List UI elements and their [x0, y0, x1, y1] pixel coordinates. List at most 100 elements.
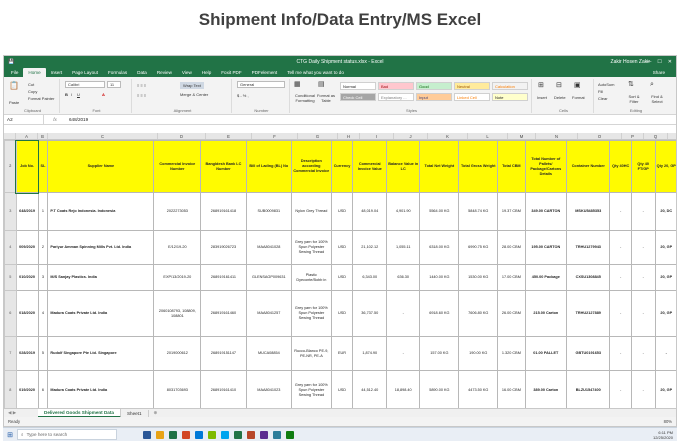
table-cell[interactable]: 268919161460 — [200, 290, 247, 337]
table-cell[interactable]: 20, GP — [654, 264, 676, 291]
fill-button[interactable]: Fill — [598, 89, 603, 94]
table-cell[interactable]: - — [654, 336, 676, 371]
underline-button[interactable]: U — [77, 92, 80, 97]
taskbar-app-icon[interactable] — [182, 430, 190, 439]
row-number[interactable]: 3 — [4, 192, 17, 231]
table-cell[interactable]: - — [630, 192, 656, 231]
table-cell[interactable]: 195.00 CARTON — [524, 230, 568, 265]
table-cell[interactable]: USD — [330, 192, 354, 231]
table-cell[interactable]: 268919161418 — [200, 192, 247, 231]
column-header[interactable]: N — [536, 133, 578, 139]
column-header[interactable]: M — [508, 133, 536, 139]
table-cell[interactable]: 6 — [37, 370, 49, 411]
table-cell[interactable]: M/S Sanjay Plastics. India — [47, 264, 155, 291]
cell-style-4[interactable]: Calculation — [492, 82, 528, 90]
table-cell[interactable]: 1440.00 KG — [419, 264, 460, 291]
add-sheet-icon[interactable]: ⊕ — [149, 410, 158, 416]
cell-style-1[interactable]: Bad — [378, 82, 414, 90]
header-cell[interactable]: Total CBM — [497, 140, 526, 193]
table-cell[interactable]: 5848.74 KG — [458, 192, 499, 231]
cell-style-7[interactable]: Input — [416, 93, 452, 101]
table-cell[interactable]: 28.00 CBM — [497, 230, 526, 265]
taskbar-search[interactable]: ⌕ Type here to search — [17, 429, 117, 440]
table-cell[interactable]: 1,055.11 — [386, 230, 421, 265]
table-cell[interactable]: 6918.60 KG — [419, 290, 460, 337]
table-cell[interactable]: 450.00 Package — [524, 264, 568, 291]
table-cell[interactable]: 268919161410 — [200, 370, 247, 411]
find-select-button[interactable]: Find & Select — [646, 94, 668, 104]
column-header[interactable]: K — [428, 133, 468, 139]
align-center-icon[interactable]: ≡ ≡ ≡ — [137, 93, 146, 98]
table-cell[interactable]: 2022273053 — [153, 192, 202, 231]
table-cell[interactable]: 018/2020 — [15, 290, 39, 337]
table-cell[interactable]: P.T Coats Rejo Indonesia. Indonesia — [47, 192, 155, 231]
table-cell[interactable]: 010/2020 — [15, 264, 39, 291]
table-cell[interactable]: EUR — [330, 336, 354, 371]
row-number[interactable]: 5 — [4, 264, 17, 291]
cell-style-5[interactable]: Check Cell — [340, 93, 376, 101]
ribbon-tab-8[interactable]: Help — [197, 68, 216, 77]
table-cell[interactable]: 18,898.40 — [386, 370, 421, 411]
column-header[interactable]: A — [16, 133, 38, 139]
table-cell[interactable]: 20, GP — [654, 230, 676, 265]
header-cell[interactable]: SL — [37, 140, 49, 193]
copy-button[interactable]: Copy — [28, 89, 37, 94]
font-color-icon[interactable]: A — [102, 92, 105, 97]
table-cell[interactable]: USD — [330, 230, 354, 265]
table-cell[interactable]: Grey yarn for 100% Spun Polyester Sewing… — [291, 290, 332, 337]
table-cell[interactable]: - — [630, 370, 656, 411]
table-cell[interactable]: Rucco-Blanco PE-9, PE-NR, PE-A — [291, 336, 332, 371]
ribbon-tab-3[interactable]: Page Layout — [67, 68, 103, 77]
table-cell[interactable]: USD — [330, 264, 354, 291]
share-button[interactable]: Share — [648, 68, 670, 77]
column-header[interactable]: P — [622, 133, 644, 139]
row-number[interactable]: 8 — [4, 370, 17, 411]
taskbar-app-icon[interactable] — [195, 430, 203, 439]
format-table-icon[interactable]: ▤ — [318, 81, 325, 88]
header-cell[interactable]: Container Number — [566, 140, 611, 193]
cut-button[interactable]: Cut — [28, 82, 34, 87]
table-cell[interactable]: USD — [330, 290, 354, 337]
table-cell[interactable]: 36,737.50 — [352, 290, 388, 337]
table-cell[interactable]: MAA8041257 — [245, 290, 293, 337]
cell-style-6[interactable]: Explanatory ... — [378, 93, 414, 101]
row-number[interactable]: 2 — [4, 140, 17, 193]
table-cell[interactable]: GBTU0191653 — [566, 336, 611, 371]
table-cell[interactable]: 26.00 CBM — [497, 290, 526, 337]
column-header[interactable]: F — [252, 133, 298, 139]
table-cell[interactable]: 349.00 CARTON — [524, 192, 568, 231]
ribbon-tab-1[interactable]: Home — [23, 68, 46, 77]
table-cell[interactable]: - — [630, 230, 656, 265]
row-number[interactable]: 6 — [4, 290, 17, 337]
align-lines-icon[interactable]: ≡ ≡ ≡ — [137, 83, 146, 88]
table-cell[interactable]: 215.00 Carton — [524, 290, 568, 337]
header-cell[interactable]: Total Number of Pallets/ Package/Cartons… — [524, 140, 568, 193]
table-cell[interactable]: 4,901.90 — [386, 192, 421, 231]
taskbar-app-icon[interactable] — [221, 430, 229, 439]
table-cell[interactable]: E/12/19-20 — [153, 230, 202, 265]
cell-style-0[interactable]: Normal — [340, 82, 376, 90]
table-cell[interactable]: MAA8041028 — [245, 230, 293, 265]
table-cell[interactable]: 648/2019 — [15, 192, 39, 231]
table-cell[interactable]: 268919161411 — [200, 264, 247, 291]
table-cell[interactable]: Madura Coats Private Ltd. India — [47, 370, 155, 411]
currency-icon[interactable]: $ - % , — [237, 93, 249, 98]
wrap-text-button[interactable]: Wrap Text — [180, 82, 204, 89]
table-cell[interactable]: TRHU1279943 — [566, 230, 611, 265]
ribbon-tab-5[interactable]: Data — [132, 68, 152, 77]
taskbar-app-icon[interactable] — [286, 430, 294, 439]
table-cell[interactable]: - — [609, 230, 632, 265]
paste-icon[interactable]: 📋 — [9, 82, 19, 90]
format-as-table-button[interactable]: Format as Table — [316, 93, 336, 103]
table-cell[interactable]: MUCA08854 — [245, 336, 293, 371]
table-cell[interactable]: Plastic Dyeconte/Bobb in — [291, 264, 332, 291]
table-cell[interactable]: 17.00 CBM — [497, 264, 526, 291]
table-cell[interactable]: 4473.50 KG — [458, 370, 499, 411]
table-cell[interactable]: 20, GP — [654, 290, 676, 337]
taskbar-app-icon[interactable] — [247, 430, 255, 439]
select-all-corner[interactable] — [4, 133, 16, 139]
find-icon[interactable]: ⌕ — [650, 81, 654, 88]
taskbar-app-icon[interactable] — [208, 430, 216, 439]
taskbar-app-icon[interactable] — [169, 430, 177, 439]
table-cell[interactable]: 5890.00 KG — [419, 370, 460, 411]
